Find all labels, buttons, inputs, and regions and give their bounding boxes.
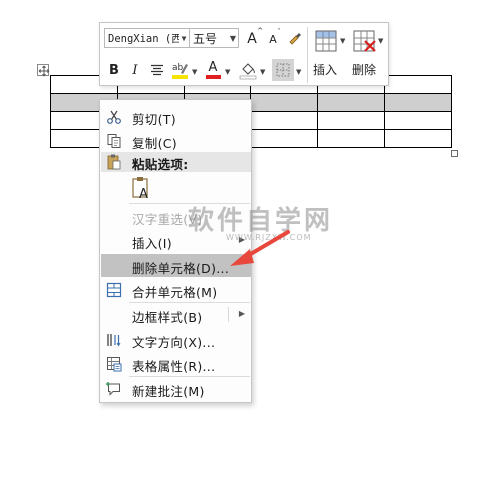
font-name-value: DengXian (西 xyxy=(108,32,179,45)
paste-keep-text-only-button[interactable]: A xyxy=(129,176,153,200)
bold-icon: B xyxy=(109,62,119,78)
chevron-down-icon[interactable]: ▼ xyxy=(179,34,189,43)
menu-item-text-direction[interactable]: 文字方向(X)... xyxy=(101,328,251,351)
font-name-box[interactable]: DengXian (西 ▼ xyxy=(104,28,190,48)
menu-item-label: 合并单元格(M) xyxy=(132,285,218,300)
table-cell[interactable] xyxy=(317,129,385,148)
table-cell[interactable] xyxy=(384,75,452,94)
grow-font-button[interactable]: A ^ xyxy=(243,27,264,48)
insert-label[interactable]: 插入 xyxy=(313,61,337,78)
shrink-font-button[interactable]: Aˇ xyxy=(265,28,281,48)
table-cell[interactable] xyxy=(384,129,452,148)
new-comment-icon xyxy=(105,380,123,397)
delete-dropdown-icon[interactable]: ▼ xyxy=(378,37,383,45)
menu-item-label: 删除单元格(D)... xyxy=(132,261,230,276)
font-color-dropdown-icon[interactable]: ▼ xyxy=(225,68,230,76)
center-align-icon xyxy=(151,64,163,76)
menu-item-label: 文字方向(X)... xyxy=(132,335,216,350)
font-color-icon: A xyxy=(208,60,218,75)
menu-item-label: 新建批注(M) xyxy=(132,384,205,399)
grow-font-glyph: A xyxy=(247,31,257,47)
menu-item-cut[interactable]: 剪切(T) xyxy=(101,105,251,128)
paste-icon xyxy=(105,153,123,170)
table-cell[interactable] xyxy=(384,93,452,112)
italic-icon: I xyxy=(132,62,138,78)
menu-item-border-styles[interactable]: 边框样式(B) ▶ xyxy=(101,303,251,326)
italic-button[interactable]: I xyxy=(128,61,142,79)
table-cell[interactable] xyxy=(317,111,385,130)
paste-option-glyph: A xyxy=(139,187,148,200)
highlight-dropdown-icon[interactable]: ▼ xyxy=(192,68,197,76)
menu-item-label: 表格属性(R)... xyxy=(132,359,216,374)
insert-dropdown-icon[interactable]: ▼ xyxy=(340,37,345,45)
chevron-down-icon[interactable]: ▼ xyxy=(228,34,238,43)
table-cell[interactable] xyxy=(250,111,318,130)
annotation-arrow-icon xyxy=(230,230,290,266)
shading-dropdown-icon[interactable]: ▼ xyxy=(260,68,265,76)
font-color-button[interactable]: A xyxy=(204,59,222,81)
font-size-box[interactable]: 五号 ▼ xyxy=(189,28,239,48)
center-align-button[interactable] xyxy=(148,61,166,79)
format-painter-icon xyxy=(289,33,301,45)
menu-item-label: 复制(C) xyxy=(132,136,177,151)
table-cell[interactable] xyxy=(384,111,452,130)
toolbar-separator xyxy=(307,27,308,83)
borders-button[interactable] xyxy=(272,59,294,81)
table-move-handle[interactable] xyxy=(37,64,50,77)
borders-icon xyxy=(276,63,290,77)
merge-cells-icon xyxy=(105,281,123,298)
scissors-icon xyxy=(105,108,123,125)
table-cell[interactable] xyxy=(317,93,385,112)
text-direction-icon xyxy=(105,331,123,348)
table-cell[interactable] xyxy=(250,129,318,148)
menu-item-copy[interactable]: 复制(C) xyxy=(101,129,251,152)
menu-item-label: 插入(I) xyxy=(132,236,172,251)
menu-item-label: 剪切(T) xyxy=(132,112,176,127)
menu-item-new-comment[interactable]: 新建批注(M) xyxy=(101,377,251,400)
table-properties-icon xyxy=(105,355,123,372)
format-painter-button[interactable] xyxy=(286,29,304,47)
font-size-value: 五号 xyxy=(193,31,218,46)
insert-table-button[interactable] xyxy=(313,28,343,56)
shrink-font-glyph: A xyxy=(269,33,277,46)
menu-header-label: 粘贴选项: xyxy=(132,157,189,172)
paint-bucket-icon xyxy=(239,63,257,80)
menu-item-label: 边框样式(B) xyxy=(132,310,203,325)
shrink-font-icon: Aˇ xyxy=(269,28,281,46)
shading-button[interactable] xyxy=(238,59,258,81)
delete-table-button[interactable] xyxy=(352,28,380,56)
split-separator xyxy=(228,307,229,322)
highlight-button[interactable]: ab xyxy=(170,59,190,81)
delete-table-icon xyxy=(353,30,376,52)
bold-button[interactable]: B xyxy=(106,61,122,79)
table-cell[interactable] xyxy=(250,93,318,112)
menu-item-table-properties[interactable]: 表格属性(R)... xyxy=(101,352,251,375)
table-resize-handle[interactable] xyxy=(451,150,458,157)
mini-toolbar: DengXian (西 ▼ 五号 ▼ A ^ Aˇ B I ab ▼ A ▼ ▼… xyxy=(99,22,389,86)
paste-text-only-icon: A xyxy=(132,177,148,200)
grow-font-icon: A ^ xyxy=(247,27,264,47)
font-color-bar xyxy=(205,75,221,79)
menu-header-paste-options: 粘贴选项: xyxy=(101,152,251,172)
insert-table-icon xyxy=(315,30,337,52)
copy-icon xyxy=(105,132,123,149)
submenu-arrow-icon[interactable]: ▶ xyxy=(239,309,245,318)
highlighter-icon: ab xyxy=(172,63,188,79)
delete-label[interactable]: 删除 xyxy=(352,61,376,78)
menu-item-merge-cells[interactable]: 合并单元格(M) xyxy=(101,278,251,301)
svg-text:ab: ab xyxy=(172,63,184,73)
borders-dropdown-icon[interactable]: ▼ xyxy=(296,68,301,76)
